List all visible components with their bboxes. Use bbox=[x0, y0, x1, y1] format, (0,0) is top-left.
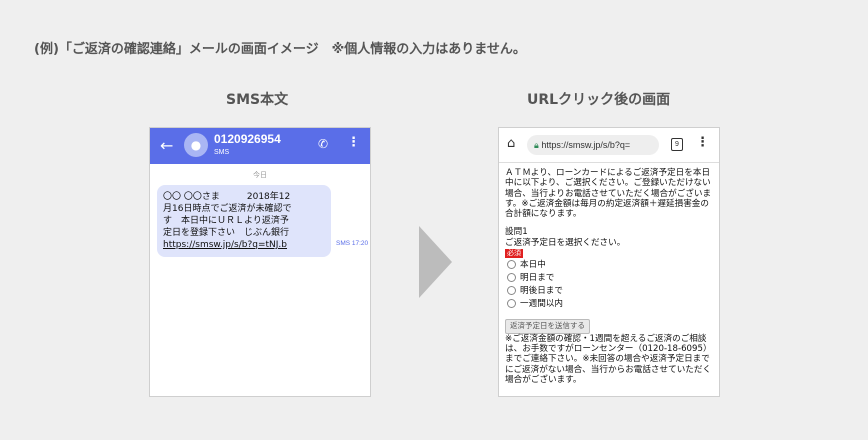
radio-option[interactable]: 一週間以内 bbox=[507, 297, 714, 310]
message-link[interactable]: https://smsw.jp/s/b?q=tNJ.b bbox=[163, 239, 325, 251]
option-label: 明後日まで bbox=[520, 285, 563, 296]
question-label: 設問1 bbox=[505, 227, 528, 238]
more-vert-icon[interactable]: ⋮ bbox=[696, 135, 709, 150]
browser-toolbar: ⌂ 🔒︎ https://smsw.jp/s/b?q= 9 ⋮ bbox=[499, 128, 719, 163]
url-text: https://smsw.jp/s/b?q= bbox=[541, 140, 631, 150]
person-icon: ● bbox=[184, 133, 208, 157]
radio-option[interactable]: 本日中 bbox=[507, 258, 714, 271]
radio-option[interactable]: 明日まで bbox=[507, 271, 714, 284]
sms-screen: ← ● 0120926954 SMS ✆ ⋮ 今日 〇〇 〇〇さま 2018年1… bbox=[149, 127, 371, 397]
day-label: 今日 bbox=[253, 172, 267, 179]
submit-button[interactable]: 返済予定日を送信する bbox=[505, 319, 590, 334]
required-badge: 必須 bbox=[505, 249, 523, 259]
message-line: 〇〇 〇〇さま 2018年12 bbox=[163, 192, 291, 202]
radio-button[interactable] bbox=[507, 286, 516, 296]
radio-button[interactable] bbox=[507, 273, 516, 283]
sms-tag: SMS bbox=[214, 149, 230, 156]
message-line: 月16日時点でご返済が未確認で bbox=[163, 204, 292, 214]
page-caption: (例)「ご返済の確認連絡」メールの画面イメージ ※個人情報の入力はありません。 bbox=[34, 42, 526, 57]
message-line: す 本日中にＵＲＬより返済予 bbox=[163, 216, 289, 226]
message-bubble: 〇〇 〇〇さま 2018年12 月16日時点でご返済が未確認で す 本日中にＵＲ… bbox=[157, 185, 331, 257]
radio-button[interactable] bbox=[507, 299, 516, 309]
intro-text: ＡＴＭより、ローンカードによるご返済予定日を本日中に以下より、ご選択ください。ご… bbox=[505, 168, 712, 220]
message-timestamp: SMS 17:20 bbox=[336, 240, 369, 247]
browser-screen: ⌂ 🔒︎ https://smsw.jp/s/b?q= 9 ⋮ ＡＴＭより、ロー… bbox=[498, 127, 720, 397]
message-line: 定日を登録下さい じぶん銀行 bbox=[163, 228, 290, 238]
radio-option[interactable]: 明後日まで bbox=[507, 284, 714, 297]
option-label: 明日まで bbox=[520, 272, 555, 283]
page-content: ＡＴＭより、ローンカードによるご返済予定日を本日中に以下より、ご選択ください。ご… bbox=[499, 163, 719, 385]
radio-button[interactable] bbox=[507, 260, 516, 270]
more-vert-icon[interactable]: ⋮ bbox=[347, 135, 360, 150]
sms-app-bar: ← ● 0120926954 SMS ✆ ⋮ bbox=[150, 128, 370, 164]
tabs-icon[interactable]: 9 bbox=[671, 138, 683, 151]
lock-icon: 🔒︎ bbox=[534, 140, 539, 150]
option-label: 本日中 bbox=[520, 259, 546, 270]
note-text: ※ご返済金額の確認・1週間を超えるご返済のご相談は、お手数ですがローンセンター（… bbox=[505, 333, 712, 385]
address-bar[interactable]: 🔒︎ https://smsw.jp/s/b?q= bbox=[527, 135, 659, 155]
right-arrow-icon bbox=[419, 226, 452, 298]
home-icon[interactable]: ⌂ bbox=[507, 136, 515, 151]
sender-number: 0120926954 bbox=[214, 132, 281, 146]
question-text: ご返済予定日を選択ください。 bbox=[505, 237, 626, 248]
sms-heading: SMS本文 bbox=[226, 92, 289, 108]
back-arrow-icon[interactable]: ← bbox=[160, 136, 173, 155]
phone-call-icon[interactable]: ✆ bbox=[318, 137, 328, 151]
option-label: 一週間以内 bbox=[520, 298, 563, 309]
browser-heading: URLクリック後の画面 bbox=[527, 92, 671, 108]
